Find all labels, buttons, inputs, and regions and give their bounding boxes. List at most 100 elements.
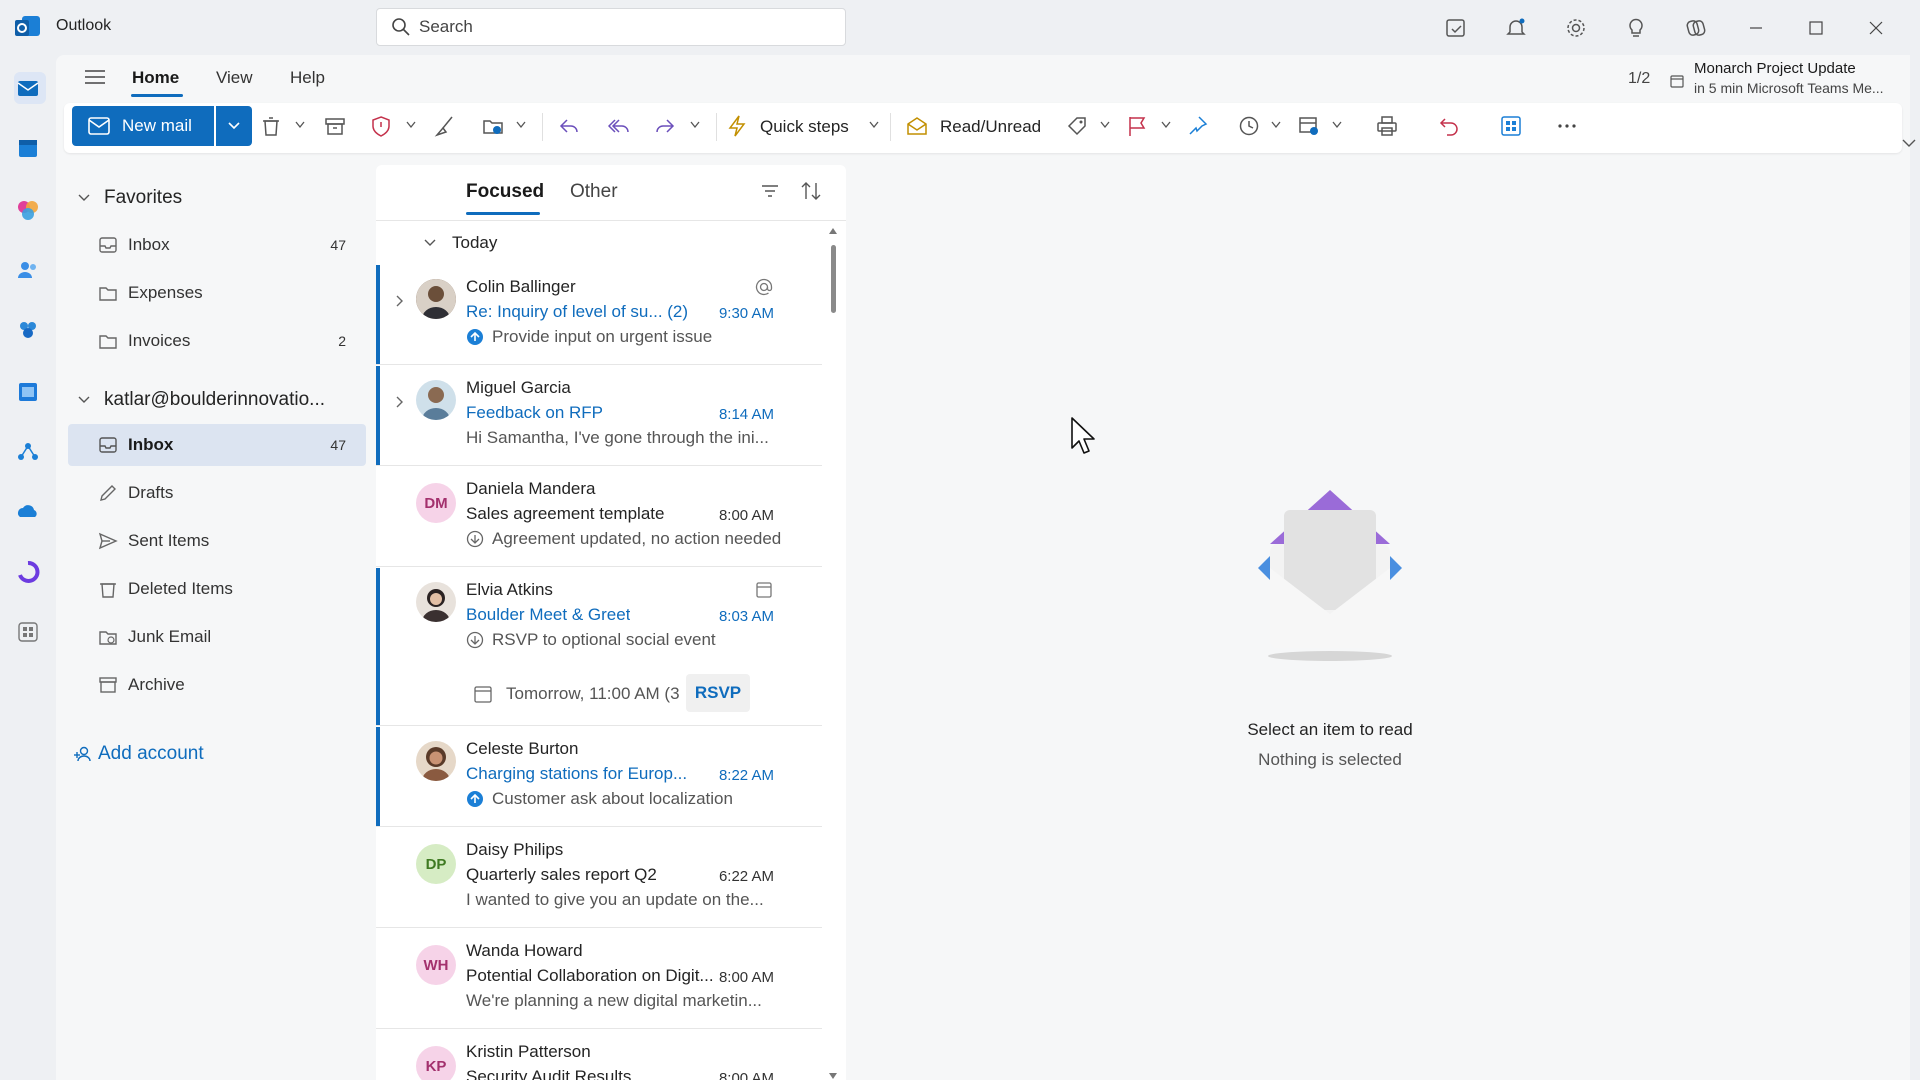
- notifications-button[interactable]: [1500, 12, 1532, 44]
- message-subject: Potential Collaboration on Digit...: [466, 966, 714, 985]
- tab-other[interactable]: Other: [570, 181, 618, 203]
- scroll-thumb[interactable]: [831, 245, 836, 313]
- close-button[interactable]: [1860, 12, 1892, 44]
- onedrive-app-icon[interactable]: [16, 500, 40, 524]
- print-icon[interactable]: [1376, 115, 1398, 137]
- message-item[interactable]: DP Daisy Philips Quarterly sales report …: [376, 828, 822, 928]
- tab-help[interactable]: Help: [290, 68, 325, 88]
- pin-icon[interactable]: [1186, 115, 1208, 137]
- more-apps-icon[interactable]: [16, 620, 40, 644]
- folder-deleted-items[interactable]: Deleted Items: [68, 568, 366, 610]
- hamburger-menu-icon[interactable]: [84, 68, 106, 86]
- message-item[interactable]: WH Wanda Howard Potential Collaboration …: [376, 929, 822, 1029]
- quick-steps-label[interactable]: Quick steps: [760, 117, 849, 137]
- filter-icon[interactable]: [761, 184, 779, 198]
- delete-icon[interactable]: [260, 115, 282, 137]
- folder-drafts[interactable]: Drafts: [68, 472, 366, 514]
- message-list-scrollbar[interactable]: [828, 227, 838, 1080]
- message-item[interactable]: DM Daniela Mandera Sales agreement templ…: [376, 467, 822, 567]
- todo-app-icon[interactable]: [16, 380, 40, 404]
- favorite-folder-expenses[interactable]: Expenses: [68, 272, 366, 314]
- tab-focused[interactable]: Focused: [466, 181, 544, 203]
- delete-dropdown-icon[interactable]: [295, 121, 305, 129]
- people-app-icon[interactable]: [16, 258, 40, 282]
- apps-grid-icon[interactable]: [1500, 115, 1522, 137]
- move-dropdown-icon[interactable]: [516, 121, 526, 129]
- archive-icon[interactable]: [324, 115, 346, 137]
- tab-view[interactable]: View: [216, 68, 253, 88]
- message-item[interactable]: Elvia Atkins Boulder Meet & Greet 8:03 A…: [376, 568, 822, 726]
- lightning-icon[interactable]: [726, 115, 748, 137]
- account-header[interactable]: katlar@boulderinnovatio...: [78, 389, 325, 411]
- more-options-icon[interactable]: [1556, 115, 1578, 137]
- settings-button[interactable]: [1560, 12, 1592, 44]
- search-box[interactable]: Search: [376, 8, 846, 46]
- maximize-button[interactable]: [1800, 12, 1832, 44]
- flag-icon[interactable]: [1126, 115, 1148, 137]
- rules-icon[interactable]: [1298, 115, 1320, 137]
- sort-icon[interactable]: [800, 181, 822, 201]
- new-mail-button[interactable]: New mail: [72, 106, 214, 146]
- favorite-folder-invoices[interactable]: Invoices 2: [68, 320, 366, 362]
- avatar: WH: [416, 945, 456, 985]
- forward-dropdown-icon[interactable]: [690, 121, 700, 129]
- unread-count: 47: [330, 437, 346, 453]
- add-account-link[interactable]: Add account: [74, 743, 204, 765]
- calendar-app-icon[interactable]: [16, 136, 40, 160]
- priority-up-icon: [467, 791, 483, 807]
- person-photo-icon: [416, 741, 456, 781]
- tab-home[interactable]: Home: [132, 68, 179, 88]
- folder-junk-email[interactable]: Junk Email: [68, 616, 366, 658]
- reply-icon[interactable]: [558, 115, 580, 137]
- message-item[interactable]: Celeste Burton Charging stations for Eur…: [376, 727, 822, 827]
- scroll-down-arrow-icon[interactable]: [828, 1072, 838, 1080]
- my-day-button[interactable]: [1440, 12, 1472, 44]
- report-icon[interactable]: [370, 115, 392, 137]
- group-header-today[interactable]: Today: [424, 233, 497, 253]
- chevron-right-icon[interactable]: [396, 295, 404, 307]
- quick-steps-dropdown-icon[interactable]: [869, 121, 879, 129]
- message-item[interactable]: KP Kristin Patterson Security Audit Resu…: [376, 1030, 822, 1080]
- tips-button[interactable]: [1620, 12, 1652, 44]
- favorites-header[interactable]: Favorites: [78, 187, 182, 209]
- message-item[interactable]: Colin Ballinger Re: Inquiry of level of …: [376, 265, 822, 365]
- reply-all-icon[interactable]: [608, 115, 630, 137]
- unread-count: 47: [330, 237, 346, 253]
- report-dropdown-icon[interactable]: [406, 121, 416, 129]
- snooze-clock-icon[interactable]: [1238, 115, 1260, 137]
- chevron-down-icon: [78, 396, 90, 403]
- undo-icon[interactable]: [1438, 115, 1460, 137]
- folder-inbox[interactable]: Inbox 47: [68, 424, 366, 466]
- folder-sent-items[interactable]: Sent Items: [68, 520, 366, 562]
- copilot-button[interactable]: [1680, 12, 1712, 44]
- minimize-button[interactable]: [1740, 12, 1772, 44]
- teams-app-icon[interactable]: [16, 318, 40, 342]
- avatar: [416, 279, 456, 319]
- rules-dropdown-icon[interactable]: [1332, 121, 1342, 129]
- snooze-dropdown-icon[interactable]: [1271, 121, 1281, 129]
- read-unread-label[interactable]: Read/Unread: [940, 117, 1041, 137]
- loop-app-icon[interactable]: [16, 560, 40, 584]
- tag-dropdown-icon[interactable]: [1100, 121, 1110, 129]
- favorites-label: Favorites: [104, 187, 183, 208]
- sweep-icon[interactable]: [434, 115, 456, 137]
- minimize-icon: [1750, 27, 1762, 29]
- message-list-pane: Focused Other Today Colin Ballinger Re: …: [376, 165, 846, 1080]
- folder-archive[interactable]: Archive: [68, 664, 366, 706]
- maximize-icon: [1809, 21, 1823, 35]
- org-app-icon[interactable]: [16, 440, 40, 464]
- scroll-up-arrow-icon[interactable]: [828, 227, 838, 235]
- new-mail-dropdown[interactable]: [216, 106, 252, 146]
- flag-dropdown-icon[interactable]: [1161, 121, 1171, 129]
- forward-icon[interactable]: [654, 115, 676, 137]
- favorite-folder-inbox[interactable]: Inbox 47: [68, 224, 366, 266]
- ribbon-collapse-chevron-icon[interactable]: [1902, 138, 1916, 148]
- message-item[interactable]: Miguel Garcia Feedback on RFP 8:14 AM Hi…: [376, 366, 822, 466]
- move-to-icon[interactable]: [482, 115, 504, 137]
- envelope-open-icon[interactable]: [906, 115, 928, 137]
- m365-app-icon[interactable]: [16, 198, 40, 222]
- rsvp-button[interactable]: RSVP: [686, 674, 750, 712]
- chevron-right-icon[interactable]: [396, 396, 404, 408]
- tag-icon[interactable]: [1066, 115, 1088, 137]
- mail-app-icon[interactable]: [16, 76, 40, 100]
